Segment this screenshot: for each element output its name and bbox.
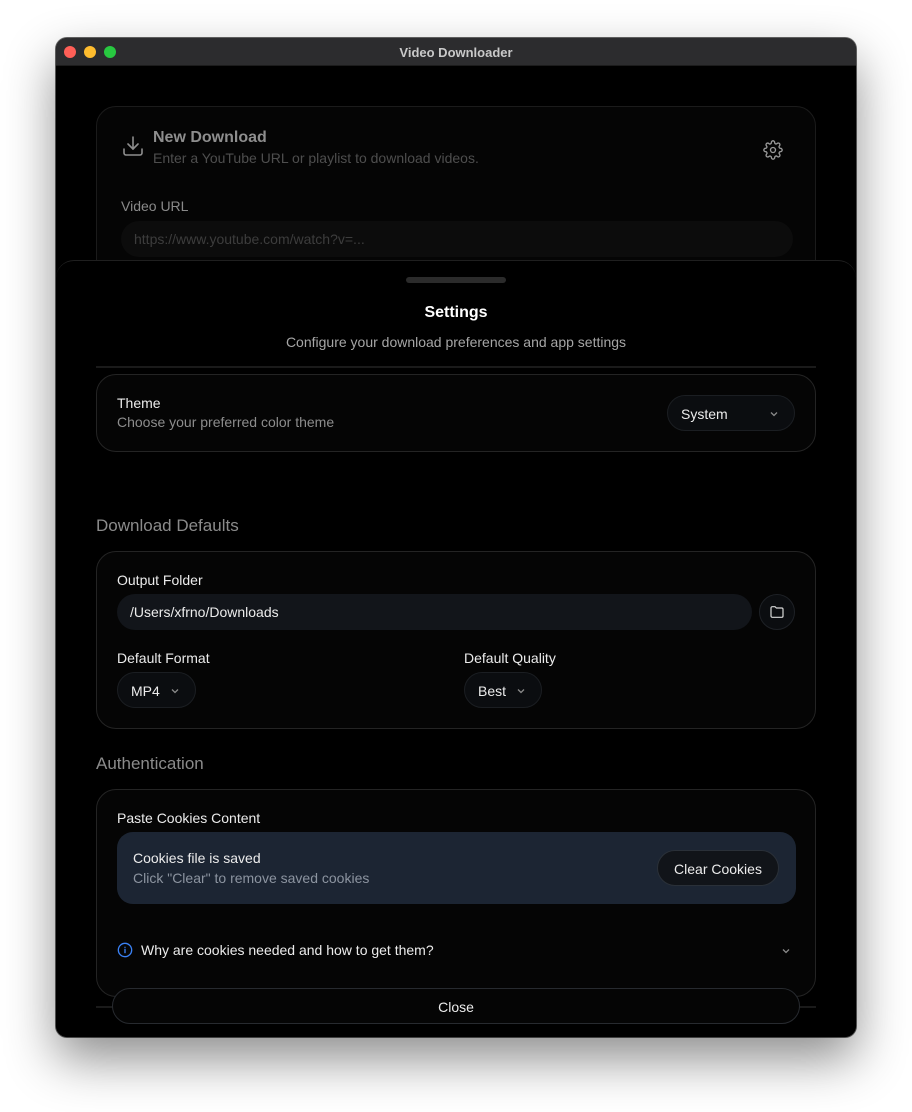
gear-icon[interactable] (763, 140, 783, 160)
browse-folder-button[interactable] (759, 594, 795, 630)
title-bar: Video Downloader (56, 38, 856, 66)
video-url-label: Video URL (121, 198, 189, 214)
default-quality-label: Default Quality (464, 650, 556, 666)
window-title: Video Downloader (399, 45, 513, 60)
chevron-down-icon (517, 689, 525, 694)
output-folder-label: Output Folder (117, 572, 203, 588)
download-defaults-card: Output Folder /Users/xfrno/Downloads Def… (96, 551, 816, 729)
new-download-subtitle: Enter a YouTube URL or playlist to downl… (153, 150, 479, 166)
close-button[interactable]: Close (112, 988, 800, 1024)
cookies-status-subtitle: Click "Clear" to remove saved cookies (133, 870, 370, 886)
theme-label: Theme (117, 395, 161, 411)
theme-description: Choose your preferred color theme (117, 414, 335, 430)
default-format-select[interactable]: MP4 (117, 672, 196, 708)
drag-handle[interactable] (406, 277, 506, 283)
download-icon (123, 136, 143, 156)
video-url-input[interactable]: https://www.youtube.com/watch?v=... (121, 221, 793, 257)
cookies-status-panel: Cookies file is saved Click "Clear" to r… (117, 832, 796, 904)
header-divider (96, 366, 816, 368)
cookies-label: Paste Cookies Content (117, 810, 261, 826)
default-quality-value: Best (478, 683, 507, 699)
default-format-label: Default Format (117, 650, 210, 666)
settings-sheet: Settings Configure your download prefere… (56, 260, 856, 1037)
cookies-status-title: Cookies file is saved (133, 850, 261, 866)
chevron-down-icon (782, 949, 790, 954)
authentication-card: Paste Cookies Content Cookies file is sa… (96, 789, 816, 997)
new-download-title: New Download (153, 129, 267, 146)
chevron-down-icon (171, 689, 179, 694)
settings-subtitle: Configure your download preferences and … (285, 334, 627, 350)
cookies-faq-toggle[interactable]: Why are cookies needed and how to get th… (117, 940, 796, 964)
download-defaults-heading: Download Defaults (96, 516, 239, 535)
default-format-value: MP4 (131, 683, 160, 699)
settings-title: Settings (424, 304, 488, 321)
folder-icon (770, 606, 784, 618)
default-quality-select[interactable]: Best (464, 672, 542, 708)
theme-card: Theme Choose your preferred color theme … (96, 374, 816, 452)
authentication-heading: Authentication (96, 754, 204, 773)
output-folder-input[interactable]: /Users/xfrno/Downloads (117, 594, 752, 630)
chevron-down-icon (770, 412, 778, 417)
theme-select[interactable]: System (667, 395, 795, 431)
theme-select-value: System (681, 406, 728, 422)
clear-cookies-button[interactable]: Clear Cookies (657, 850, 779, 886)
info-icon (117, 942, 133, 958)
app-window: Video Downloader New Download Enter a Yo… (56, 38, 856, 1037)
cookies-faq-text: Why are cookies needed and how to get th… (141, 942, 434, 958)
